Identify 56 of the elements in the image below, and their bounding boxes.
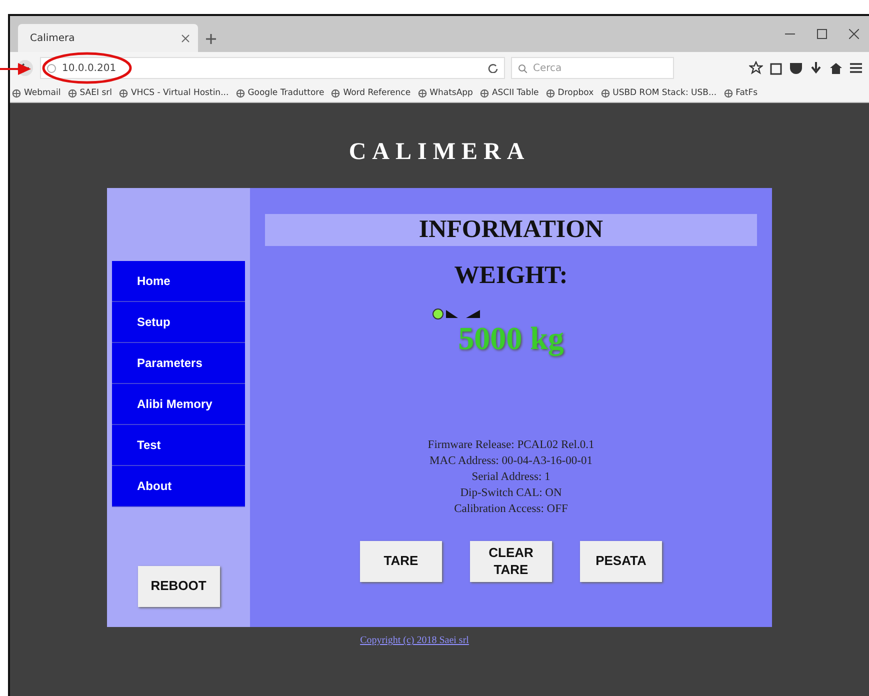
weight-label: WEIGHT: — [454, 262, 568, 290]
annotation-arrow — [0, 62, 32, 76]
bookmark[interactable]: Webmail — [12, 88, 61, 98]
download-icon[interactable] — [809, 61, 823, 75]
maximize-icon[interactable] — [817, 29, 827, 39]
info-line: Firmware Release: PCAL02 Rel.0.1 — [428, 438, 594, 453]
star-icon[interactable] — [749, 61, 763, 75]
copyright-link[interactable]: Copyright (c) 2018 Saei srl — [360, 635, 469, 646]
reload-icon[interactable] — [488, 63, 498, 73]
pocket-icon[interactable] — [789, 61, 803, 75]
plus-icon[interactable] — [206, 34, 216, 44]
globe-icon — [331, 88, 340, 98]
globe-icon — [236, 88, 245, 98]
info-line: Serial Address: 1 — [470, 470, 552, 485]
weight-value: 5000 kg — [458, 320, 564, 357]
nav-item[interactable]: Alibi Memory — [112, 384, 245, 425]
bookmark[interactable]: FatFs — [724, 88, 758, 98]
bookmark[interactable]: USBD ROM Stack: USB... — [600, 88, 717, 98]
close-icon[interactable] — [849, 29, 859, 39]
info-line: MAC Address: 00-04-A3-16-00-01 — [428, 454, 594, 469]
reboot-button[interactable]: REBOOT — [138, 566, 220, 607]
globe-icon — [600, 88, 610, 98]
browser-tab[interactable]: Calimera — [18, 24, 198, 52]
bookmark[interactable]: SAEI srl — [68, 88, 112, 98]
menu-icon[interactable] — [849, 61, 863, 75]
nav-item[interactable]: About — [112, 466, 245, 507]
globe-icon — [480, 88, 489, 98]
action-button[interactable]: TARE — [360, 541, 442, 582]
info-line: Calibration Access: OFF — [453, 502, 569, 517]
action-button[interactable]: CLEAR TARE — [470, 541, 552, 582]
globe-icon — [546, 88, 555, 98]
bookmark[interactable]: Dropbox — [546, 88, 594, 98]
info-line: Dip-Switch CAL: ON — [459, 486, 563, 501]
section-heading: INFORMATION — [265, 214, 757, 246]
nav-item[interactable]: Test — [112, 425, 245, 466]
indicator-icon — [432, 308, 480, 320]
brand-title: CALIMERA — [348, 139, 530, 166]
nav-item[interactable]: Parameters — [112, 343, 245, 384]
search-icon — [518, 64, 527, 72]
bookmark[interactable]: ASCII Table — [480, 88, 539, 98]
nav-item[interactable]: Setup — [112, 302, 245, 343]
bookmark[interactable]: Google Traduttore — [236, 88, 324, 98]
close-icon[interactable] — [181, 34, 190, 42]
globe-icon — [118, 88, 128, 98]
globe-icon — [418, 88, 427, 98]
bookmark[interactable]: VHCS - Virtual Hostin... — [118, 88, 229, 98]
globe-icon — [12, 88, 21, 98]
globe-icon — [68, 88, 77, 98]
bookmark[interactable]: Word Reference — [331, 88, 411, 98]
address-field[interactable]: 10.0.0.201 — [40, 57, 505, 79]
nav-item[interactable]: Home — [112, 261, 245, 302]
globe-icon — [724, 88, 733, 98]
clipboard-icon[interactable] — [769, 61, 783, 75]
action-button[interactable]: PESATA — [580, 541, 662, 582]
home-icon[interactable] — [829, 61, 843, 75]
bookmark[interactable]: WhatsApp — [418, 88, 473, 98]
